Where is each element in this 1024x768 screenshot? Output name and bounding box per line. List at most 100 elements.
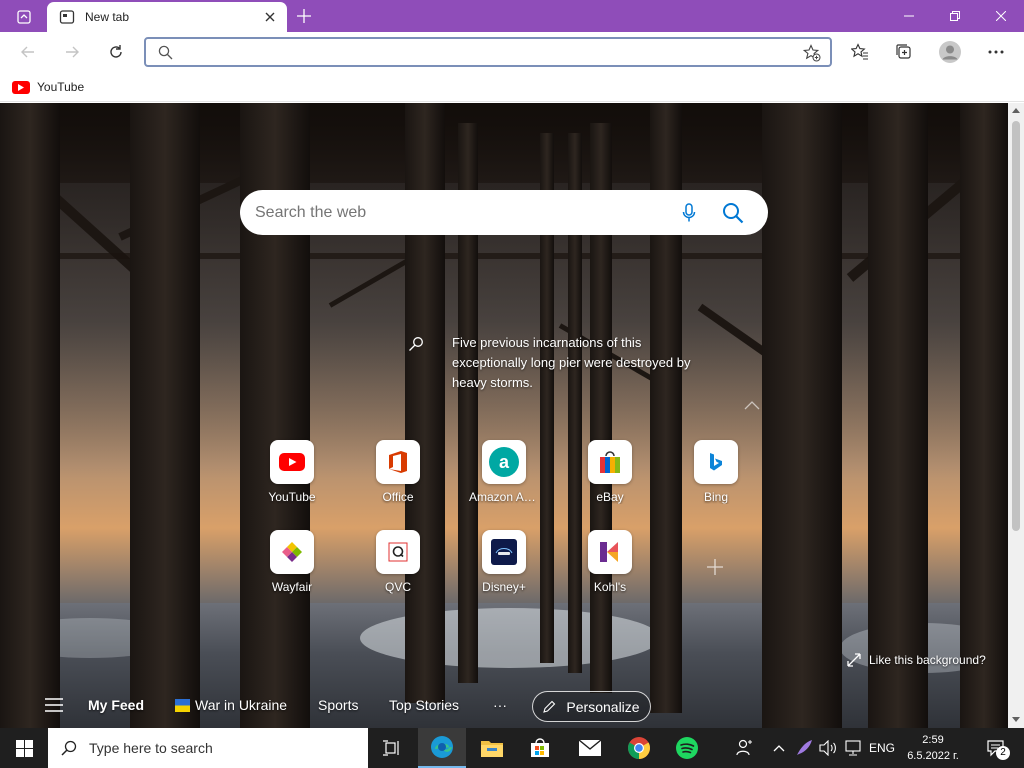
profile-button[interactable] (934, 36, 966, 68)
feed-tab-sports[interactable]: Sports (318, 697, 358, 713)
new-tab-button[interactable] (292, 5, 316, 27)
favorites-icon (851, 43, 868, 60)
notification-center-button[interactable]: 2 (978, 728, 1014, 768)
show-hidden-icons-button[interactable] (768, 728, 790, 768)
collections-button[interactable] (888, 36, 920, 68)
voice-search-button[interactable] (677, 200, 701, 226)
like-background-link[interactable]: Like this background? (847, 651, 986, 669)
speaker-icon (819, 740, 836, 756)
start-button[interactable] (0, 728, 48, 768)
mail-icon (579, 740, 601, 756)
address-bar[interactable] (144, 37, 832, 67)
task-view-icon (383, 740, 399, 756)
chrome-icon (628, 737, 650, 759)
quick-link-label: Kohl's (593, 580, 627, 594)
scrollbar-thumb[interactable] (1012, 121, 1020, 531)
taskbar-app-mail[interactable] (566, 728, 614, 768)
scroll-up-arrow-icon[interactable] (1012, 108, 1020, 113)
qvc-icon (376, 530, 420, 574)
office-icon (376, 440, 420, 484)
feed-more-button[interactable]: ··· (493, 697, 507, 713)
favorite-youtube[interactable]: YouTube (12, 77, 84, 97)
search-submit-button[interactable] (720, 200, 746, 226)
forward-arrow-icon (66, 46, 79, 58)
taskbar-app-chrome[interactable] (615, 728, 663, 768)
page-scrollbar[interactable] (1008, 103, 1024, 728)
search-icon (158, 45, 173, 60)
tab-actions-button[interactable] (8, 6, 40, 28)
people-button[interactable] (728, 728, 760, 768)
wayfair-icon (270, 530, 314, 574)
taskbar-search-box[interactable]: Type here to search (48, 728, 368, 768)
windows-logo-icon (15, 739, 33, 757)
volume-button[interactable] (816, 728, 840, 768)
feed-tab-war-in-ukraine[interactable]: War in Ukraine (175, 697, 287, 713)
feed-menu-button[interactable] (45, 698, 63, 712)
search-icon (723, 203, 744, 224)
ebay-icon (588, 440, 632, 484)
taskbar-app-spotify[interactable] (663, 728, 711, 768)
close-icon (265, 12, 275, 22)
back-button[interactable] (12, 36, 44, 68)
tab-new-tab[interactable]: New tab (47, 2, 287, 32)
address-input[interactable] (180, 43, 780, 63)
tab-close-button[interactable] (261, 8, 279, 26)
close-window-button[interactable] (978, 0, 1024, 32)
background-fact-text[interactable]: Five previous incarnations of this excep… (452, 333, 702, 393)
network-button[interactable] (841, 728, 865, 768)
quick-link-wayfair[interactable]: Wayfair (257, 530, 327, 594)
notification-count-badge: 2 (996, 746, 1010, 760)
quick-link-disney-plus[interactable]: Disney+ (469, 530, 539, 594)
tab-title: New tab (85, 10, 130, 24)
taskbar-search-placeholder: Type here to search (89, 740, 213, 756)
network-icon (845, 740, 861, 756)
collections-icon (896, 44, 911, 59)
taskbar-app-store[interactable] (516, 728, 564, 768)
quick-link-qvc[interactable]: QVC (363, 530, 433, 594)
add-favorite-button[interactable] (802, 43, 822, 63)
folder-icon (481, 741, 503, 757)
kohls-icon (588, 530, 632, 574)
new-tab-page-icon (59, 10, 75, 24)
quick-link-bing[interactable]: Bing (681, 440, 751, 504)
disney-plus-icon (482, 530, 526, 574)
forward-button[interactable] (56, 36, 88, 68)
minimize-icon (904, 15, 914, 17)
new-tab-page: Five previous incarnations of this excep… (0, 103, 1008, 728)
restore-button[interactable] (932, 0, 978, 32)
refresh-button[interactable] (100, 36, 132, 68)
quick-link-amazon-assistant[interactable]: a Amazon Assi... (469, 440, 539, 504)
search-icon (61, 740, 77, 756)
youtube-icon (270, 440, 314, 484)
personalize-button[interactable]: Personalize (532, 691, 651, 722)
minimize-button[interactable] (886, 0, 932, 32)
taskbar-clock[interactable]: 2:59 6.5.2022 г. (905, 732, 961, 764)
pencil-icon (543, 700, 556, 713)
chevron-up-icon[interactable] (742, 399, 762, 413)
microphone-icon (682, 203, 696, 222)
feed-tab-my-feed[interactable]: My Feed (88, 697, 144, 713)
quick-link-youtube[interactable]: YouTube (257, 440, 327, 504)
youtube-icon (12, 80, 30, 94)
quick-link-office[interactable]: Office (363, 440, 433, 504)
add-quick-link-plus-icon[interactable] (705, 557, 725, 577)
web-search-box[interactable] (240, 190, 768, 235)
input-language-button[interactable]: ENG (866, 728, 898, 768)
quick-link-kohls[interactable]: Kohl's (575, 530, 645, 594)
quick-link-ebay[interactable]: eBay (575, 440, 645, 504)
task-view-button[interactable] (368, 728, 416, 768)
scroll-down-arrow-icon[interactable] (1012, 717, 1020, 722)
web-search-input[interactable] (255, 201, 655, 225)
image-info-search-icon[interactable] (408, 336, 424, 352)
quick-link-label: Bing (703, 490, 729, 504)
tray-app-feather[interactable] (792, 728, 816, 768)
feed-tab-top-stories[interactable]: Top Stories (389, 697, 459, 713)
expand-icon (847, 653, 861, 667)
taskbar-app-file-explorer[interactable] (468, 728, 516, 768)
favorites-button[interactable] (844, 36, 876, 68)
settings-more-button[interactable] (980, 36, 1012, 68)
taskbar-app-edge[interactable] (418, 728, 466, 768)
like-background-label: Like this background? (869, 653, 986, 667)
quick-link-label: YouTube (268, 490, 316, 504)
quick-link-label: Amazon Assi... (469, 490, 539, 504)
